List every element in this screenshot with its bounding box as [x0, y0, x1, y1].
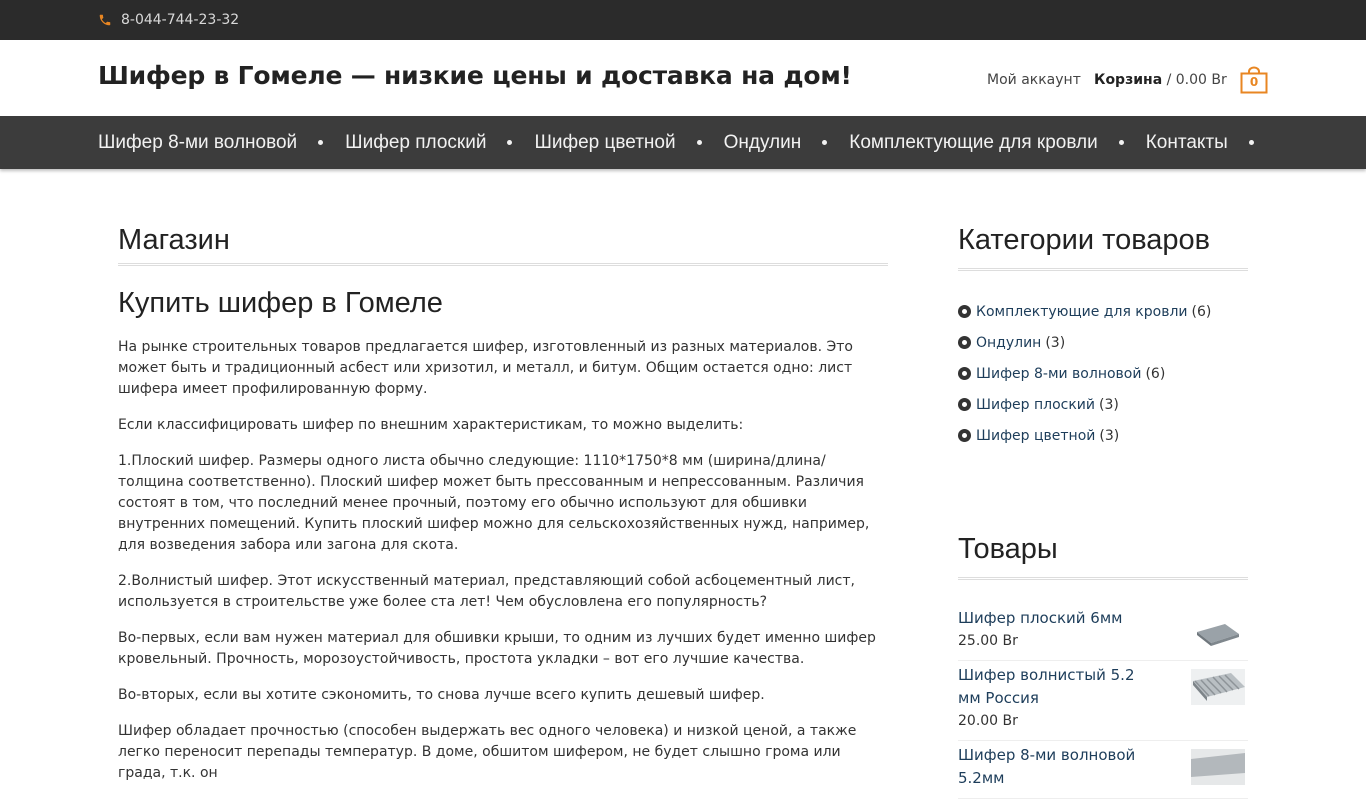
site-header: Шифер в Гомеле — низкие цены и доставка … — [0, 40, 1366, 116]
cart-button[interactable]: 0 — [1240, 66, 1268, 94]
category-link[interactable]: Шифер 8-ми волновой — [976, 366, 1141, 382]
products-title: Товары — [958, 533, 1248, 580]
article-paragraph: Во-первых, если вам нужен материал для о… — [118, 630, 876, 667]
categories-title: Категории товаров — [958, 224, 1248, 271]
top-bar: 8-044-744-23-32 — [0, 0, 1366, 40]
nav-separator — [318, 140, 324, 145]
article-paragraph: 1.Плоский шифер. Размеры одного листа об… — [118, 453, 870, 553]
category-link[interactable]: Шифер плоский — [976, 397, 1095, 413]
nav-separator — [507, 140, 513, 145]
category-link[interactable]: Ондулин — [976, 335, 1041, 351]
article-paragraph: 2.Волнистый шифер. Этот искусственный ма… — [118, 573, 855, 610]
category-count: (6) — [1145, 365, 1166, 382]
article-paragraph: Если классифицировать шифер по внешним х… — [118, 417, 744, 433]
product-list: Шифер плоский 6мм 25.00 Br Шифер волнист… — [958, 604, 1248, 799]
category-list: Комплектующие для кровли (6) Ондулин (3)… — [958, 296, 1248, 451]
main-content: Магазин Купить шифер в Гомеле На рынке с… — [118, 224, 888, 784]
product-link[interactable]: Шифер 8-ми волновой 5.2мм — [958, 744, 1158, 790]
product-item: Шифер волнистый 5.2 мм Россия 20.00 Br — [958, 661, 1248, 741]
category-count: (3) — [1099, 427, 1120, 444]
category-item: Шифер 8-ми волновой (6) — [958, 358, 1248, 389]
article-paragraph: Шифер обладает прочностью (способен выде… — [118, 723, 857, 781]
article-paragraph: На рынке строительных товаров предлагает… — [118, 339, 853, 397]
product-item: Шифер 8-ми волновой 5.2мм — [958, 741, 1248, 799]
cart-link[interactable]: Корзина / 0.00 Br — [1094, 72, 1227, 88]
bullet-icon — [958, 305, 971, 318]
category-link[interactable]: Шифер цветной — [976, 428, 1095, 444]
nav-item-komplektuyushchie[interactable]: Комплектующие для кровли — [849, 132, 1097, 154]
sidebar: Категории товаров Комплектующие для кров… — [958, 224, 1248, 799]
product-thumbnail[interactable] — [1191, 747, 1245, 787]
product-item: Шифер плоский 6мм 25.00 Br — [958, 604, 1248, 661]
cart-label: Корзина — [1094, 72, 1163, 88]
site-title[interactable]: Шифер в Гомеле — низкие цены и доставка … — [98, 61, 852, 90]
category-count: (3) — [1045, 334, 1066, 351]
category-item: Шифер плоский (3) — [958, 389, 1248, 420]
nav-item-shifer-ploskiy[interactable]: Шифер плоский — [345, 132, 486, 154]
products-widget: Товары Шифер плоский 6мм 25.00 Br Шифер … — [958, 533, 1248, 799]
bullet-icon — [958, 429, 971, 442]
my-account-link[interactable]: Мой аккаунт — [987, 72, 1081, 88]
bullet-icon — [958, 367, 971, 380]
cart-total: / 0.00 Br — [1166, 72, 1227, 88]
phone-number[interactable]: 8-044-744-23-32 — [121, 12, 239, 28]
category-link[interactable]: Комплектующие для кровли — [976, 304, 1188, 320]
nav-separator — [1248, 140, 1254, 145]
nav-item-ondulin[interactable]: Ондулин — [724, 132, 802, 154]
bullet-icon — [958, 336, 971, 349]
category-item: Шифер цветной (3) — [958, 420, 1248, 451]
phone-icon — [98, 13, 112, 27]
product-link[interactable]: Шифер плоский 6мм — [958, 607, 1158, 630]
nav-separator — [1118, 140, 1124, 145]
article-title: Купить шифер в Гомеле — [118, 287, 443, 319]
nav-item-shifer-8-volnovoy[interactable]: Шифер 8-ми волновой — [98, 132, 297, 154]
category-item: Комплектующие для кровли (6) — [958, 296, 1248, 327]
bullet-icon — [958, 398, 971, 411]
product-categories-widget: Категории товаров Комплектующие для кров… — [958, 224, 1248, 451]
article-paragraph: Во-вторых, если вы хотите сэкономить, то… — [118, 687, 765, 703]
main-nav: Шифер 8-ми волновой Шифер плоский Шифер … — [0, 116, 1366, 169]
nav-separator — [696, 140, 702, 145]
product-thumbnail[interactable] — [1191, 667, 1245, 707]
product-price: 20.00 Br — [958, 713, 1018, 729]
nav-item-kontakty[interactable]: Контакты — [1146, 132, 1228, 154]
cart-count: 0 — [1249, 75, 1259, 89]
category-count: (6) — [1191, 303, 1212, 320]
product-thumbnail[interactable] — [1191, 610, 1245, 650]
page-title: Магазин — [118, 224, 888, 266]
category-count: (3) — [1099, 396, 1119, 413]
product-link[interactable]: Шифер волнистый 5.2 мм Россия — [958, 664, 1158, 710]
category-item: Ондулин (3) — [958, 327, 1248, 358]
nav-separator — [822, 140, 828, 145]
nav-item-shifer-tsvetnoy[interactable]: Шифер цветной — [534, 132, 675, 154]
